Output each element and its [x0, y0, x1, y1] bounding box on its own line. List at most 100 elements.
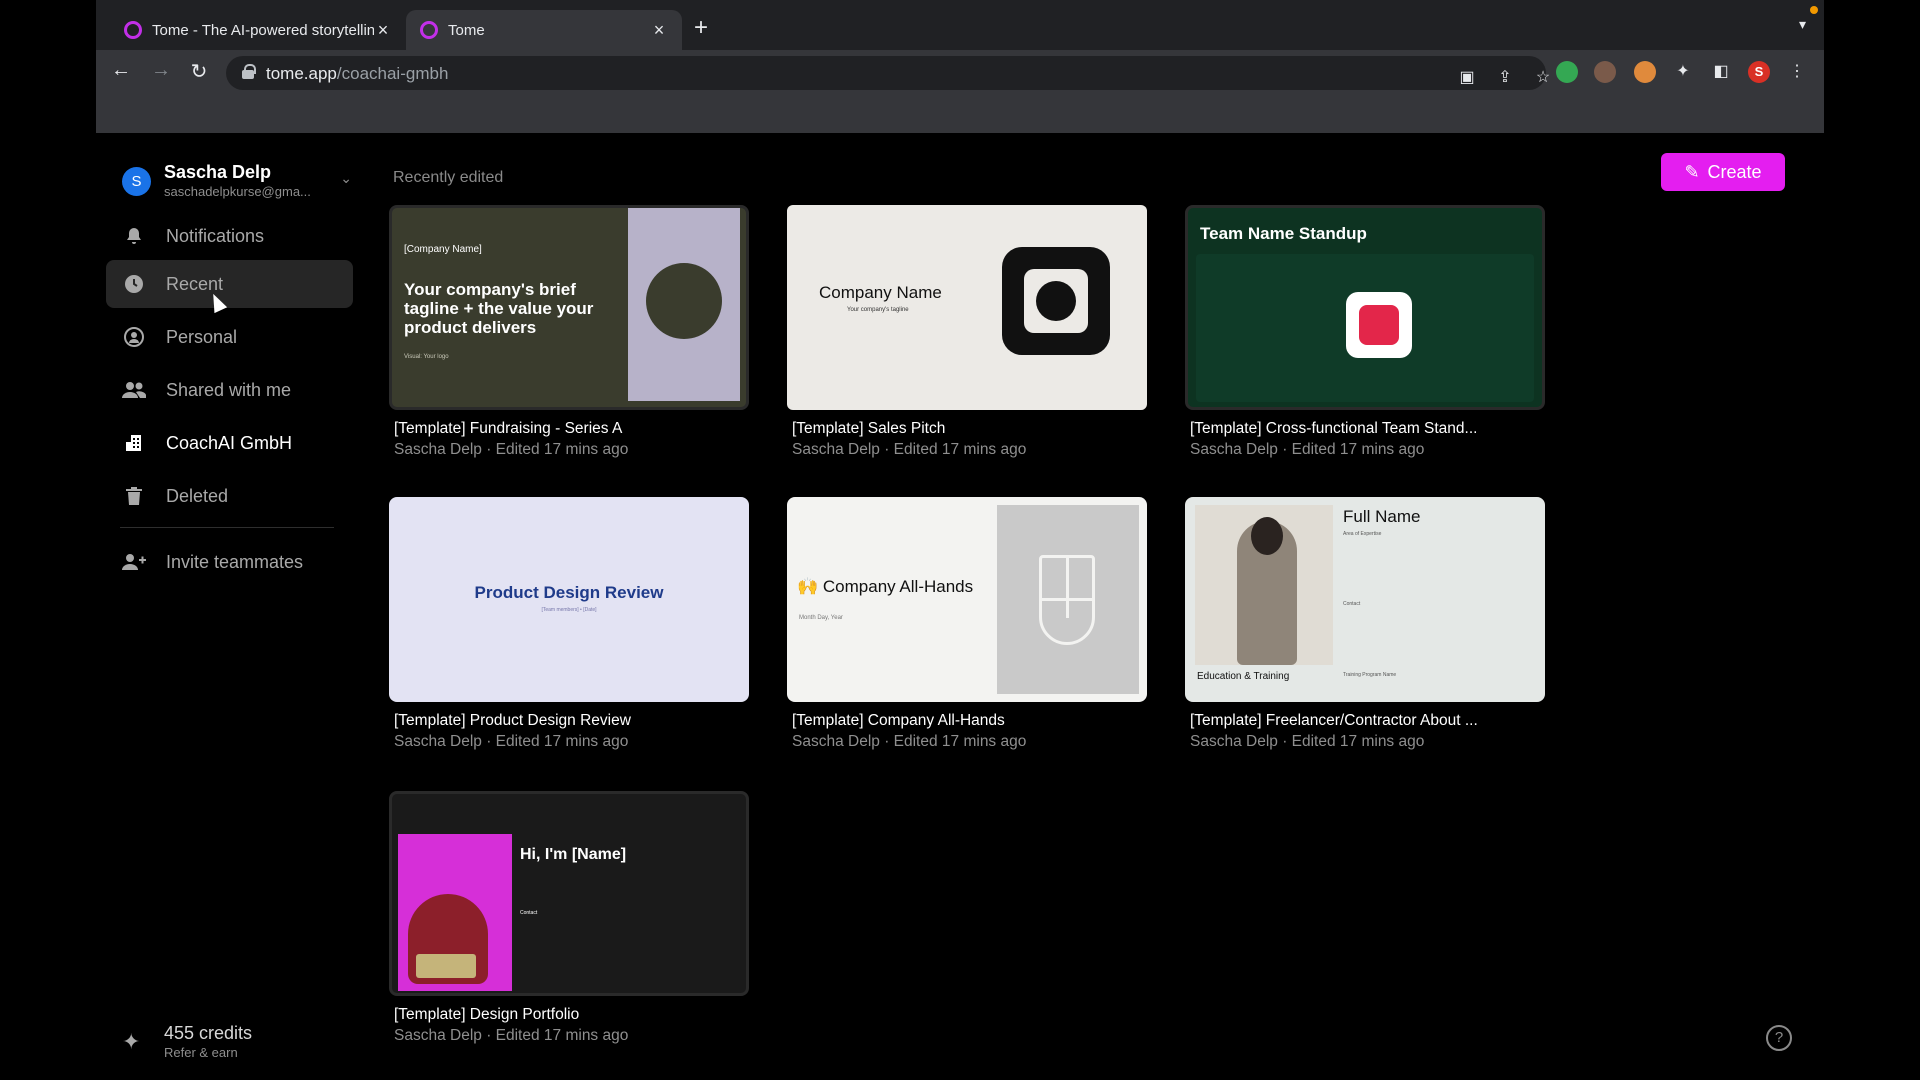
card-thumbnail[interactable]: 🙌 Company All-Hands Month Day, Year [787, 497, 1147, 702]
thumb-image-panel [628, 208, 740, 401]
card-meta: Sascha Delp · Edited 17 mins ago [1190, 733, 1425, 750]
forward-icon[interactable]: → [148, 59, 174, 82]
edit-icon: ✎ [1684, 161, 1700, 182]
card-title[interactable]: [Template] Cross-functional Team Stand..… [1190, 420, 1477, 438]
invite-label: Invite teammates [166, 551, 304, 572]
thumb-caption: Your company's tagline [847, 307, 909, 313]
thumb-headline: Company Name [819, 283, 942, 302]
portrait-image [1195, 505, 1333, 665]
puzzle-extensions-icon[interactable]: ✦ [1672, 61, 1694, 83]
close-tab-icon[interactable]: × [374, 20, 392, 41]
company-logo-icon [1002, 247, 1110, 355]
refer-earn-link[interactable]: Refer & earn [164, 1045, 238, 1060]
sidebar-divider [120, 527, 334, 528]
sidebar-item-deleted[interactable]: Deleted [106, 472, 353, 520]
camera-blocked-icon[interactable]: ▣ [1456, 67, 1478, 89]
new-tab-icon[interactable]: + [694, 14, 708, 42]
thumb-caption: Month Day, Year [799, 615, 843, 621]
address-bar[interactable]: tome.app/coachai-gmbh ▣ ⇪ ☆ [226, 56, 1550, 90]
thumb-headline: Team Name Standup [1200, 224, 1367, 243]
thumb-caption: [Team members] • [Date] [541, 607, 597, 613]
sidebar-item-notifications[interactable]: Notifications [106, 212, 353, 260]
profile-avatar[interactable]: S [1748, 61, 1770, 83]
user-avatar: S [122, 167, 151, 196]
invite-teammates-button[interactable]: Invite teammates [106, 538, 353, 586]
bookmarks-bar [96, 95, 1824, 133]
tab-search-chevron-icon[interactable]: ▾ [1799, 16, 1806, 33]
card-thumbnail[interactable]: Team Name Standup [1185, 205, 1545, 410]
thumb-headline: 🙌 Company All-Hands [797, 577, 974, 596]
thumb-label: [Company Name] [404, 244, 482, 255]
card-meta: Sascha Delp · Edited 17 mins ago [792, 441, 1027, 458]
browser-toolbar: ← → ↻ tome.app/coachai-gmbh ▣ ⇪ ☆ ✦ ◧ S … [96, 50, 1824, 95]
url-text: tome.app/coachai-gmbh [266, 64, 448, 84]
card-thumbnail[interactable]: Product Design Review [Team members] • [… [389, 497, 749, 702]
card-title[interactable]: [Template] Company All-Hands [792, 712, 1005, 730]
bookmark-star-icon[interactable]: ☆ [1532, 67, 1554, 89]
card-meta: Sascha Delp · Edited 17 mins ago [1190, 441, 1425, 458]
sidebar-item-label: Recent [166, 273, 224, 294]
sidebar-item-label: Shared with me [166, 379, 292, 400]
card-thumbnail[interactable]: [Company Name] Your company's brief tagl… [389, 205, 749, 410]
card-meta: Sascha Delp · Edited 17 mins ago [394, 733, 629, 750]
lock-icon [242, 64, 256, 79]
browser-window: Tome - The AI-powered storytelling forma… [96, 0, 1824, 133]
account-switcher[interactable]: S Sascha Delp saschadelpkurse@gma... ⌄ [122, 160, 352, 204]
card-title[interactable]: [Template] Design Portfolio [394, 1006, 579, 1024]
person-icon [122, 325, 146, 349]
sparkle-icon: ✦ [122, 1029, 141, 1054]
extension-icon[interactable] [1634, 61, 1656, 83]
sidebar-item-shared[interactable]: Shared with me [106, 366, 353, 414]
card-meta: Sascha Delp · Edited 17 mins ago [394, 1027, 629, 1044]
wave-globe-icon [646, 263, 722, 339]
browser-menu-icon[interactable]: ⋮ [1786, 61, 1808, 83]
card-thumbnail[interactable]: Company Name Your company's tagline [787, 205, 1147, 410]
side-panel-icon[interactable]: ◧ [1710, 61, 1732, 83]
sidebar-item-coachai-gmbh[interactable]: CoachAI GmbH [106, 419, 353, 467]
card-title[interactable]: [Template] Product Design Review [394, 712, 631, 730]
shield-emblem-icon [1039, 555, 1095, 645]
recording-dot-icon [1810, 6, 1818, 14]
thumb-inner-panel [1196, 254, 1534, 402]
sidebar-item-personal[interactable]: Personal [106, 313, 353, 361]
chevron-down-icon: ⌄ [340, 170, 352, 186]
thumb-education: Education & Training [1197, 671, 1290, 682]
share-icon[interactable]: ⇪ [1494, 67, 1516, 89]
add-person-icon [122, 550, 146, 574]
close-tab-icon[interactable]: × [650, 20, 668, 41]
card-thumbnail[interactable]: Full Name Area of Expertise Contact Educ… [1185, 497, 1545, 702]
reload-icon[interactable]: ↻ [186, 59, 212, 84]
browser-tab-2[interactable]: Tome × [406, 10, 682, 50]
thumb-program: Training Program Name [1343, 672, 1397, 678]
card-title[interactable]: [Template] Sales Pitch [792, 420, 945, 438]
section-heading: Recently edited [393, 169, 504, 186]
help-icon[interactable]: ? [1766, 1025, 1792, 1051]
sidebar-item-label: Deleted [166, 485, 229, 506]
thumb-caption: Area of Expertise [1343, 531, 1382, 537]
shield-extension-icon[interactable] [1556, 61, 1578, 83]
clock-icon [122, 272, 146, 296]
credits-amount: 455 credits [164, 1023, 253, 1043]
thumb-image-panel [997, 505, 1139, 694]
url-domain: tome.app [266, 64, 337, 83]
extension-icon[interactable] [1594, 61, 1616, 83]
trash-icon [122, 484, 146, 508]
card-title[interactable]: [Template] Freelancer/Contractor About .… [1190, 712, 1478, 730]
card-meta: Sascha Delp · Edited 17 mins ago [394, 441, 629, 458]
create-label: Create [1707, 161, 1762, 182]
browser-tab-1[interactable]: Tome - The AI-powered storytelling forma… [110, 10, 406, 50]
card-title[interactable]: [Template] Fundraising - Series A [394, 420, 622, 438]
sidebar-item-label: CoachAI GmbH [166, 432, 293, 453]
card-thumbnail[interactable]: Hi, I'm [Name] Contact [389, 791, 749, 996]
url-path: /coachai-gmbh [336, 64, 449, 83]
tab-strip: Tome - The AI-powered storytelling forma… [96, 0, 1824, 50]
sidebar-item-recent[interactable]: Recent [106, 260, 353, 308]
thumb-contact: Contact [1343, 601, 1361, 607]
create-button[interactable]: ✎ Create [1661, 153, 1785, 191]
building-icon [122, 431, 146, 455]
app-logo-icon [1346, 292, 1412, 358]
sidebar-item-label: Personal [166, 326, 238, 347]
back-icon[interactable]: ← [108, 59, 134, 82]
sidebar: S Sascha Delp saschadelpkurse@gma... ⌄ N… [96, 133, 366, 1080]
person-head [1251, 517, 1283, 555]
